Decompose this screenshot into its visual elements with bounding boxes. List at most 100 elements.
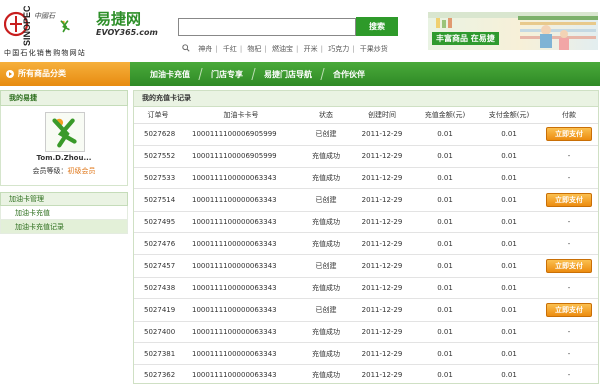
site-domain: EVOY365.com xyxy=(96,28,158,37)
cell-action: - xyxy=(540,145,598,168)
cell-order: 5027362 xyxy=(134,364,182,384)
hot-keyword-link[interactable]: 神舟 xyxy=(198,45,212,53)
cell-card: 1000111100000063343 xyxy=(182,188,300,212)
cell-paid: 0.01 xyxy=(478,277,540,300)
cell-action: - xyxy=(540,321,598,344)
cell-order: 5027514 xyxy=(134,188,182,212)
cell-order: 5027628 xyxy=(134,123,182,147)
cell-status: 充值成功 xyxy=(300,342,352,366)
column-header: 支付金额(元) xyxy=(478,107,540,124)
cell-card: 1000111100000063343 xyxy=(182,277,300,300)
sidebar-item-recharge[interactable]: 加油卡充值 xyxy=(0,206,128,220)
search-input[interactable] xyxy=(178,18,356,36)
cell-recharge: 0.01 xyxy=(412,211,478,234)
hot-keyword-link[interactable]: 开米 xyxy=(304,45,318,53)
hot-keyword-link[interactable]: 干果炒货 xyxy=(360,45,388,53)
hot-keywords: 神舟 | 千红 | 物杞 | 燃油宝 | 开米 | 巧克力 | 干果炒货 xyxy=(182,44,391,54)
cell-time: 2011-12-29 xyxy=(352,211,412,234)
nav-item-store-navigation[interactable]: 易捷门店导航 xyxy=(254,69,322,80)
sinopec-wordmark: SINOPEC xyxy=(22,6,32,46)
cell-status: 充值成功 xyxy=(300,364,352,384)
nav-item-partners[interactable]: 合作伙伴 xyxy=(323,69,375,80)
sidebar-item-recharge-records[interactable]: 加油卡充值记录 xyxy=(0,220,128,234)
cell-paid: 0.01 xyxy=(478,211,540,234)
cell-recharge: 0.01 xyxy=(412,364,478,384)
cell-status: 已创建 xyxy=(300,298,352,322)
cell-card: 1000111100006905999 xyxy=(182,145,300,168)
cell-order: 5027476 xyxy=(134,232,182,256)
avatar[interactable] xyxy=(45,112,85,152)
cell-action: - xyxy=(540,342,598,366)
pay-now-button[interactable]: 立即支付 xyxy=(546,193,592,208)
cell-status: 充值成功 xyxy=(300,321,352,344)
pay-now-button[interactable]: 立即支付 xyxy=(546,258,592,273)
column-header: 付款 xyxy=(540,107,598,124)
cell-time: 2011-12-29 xyxy=(352,321,412,344)
cell-time: 2011-12-29 xyxy=(352,342,412,366)
promo-banner[interactable]: 丰富商品 在易捷 xyxy=(428,12,598,50)
cell-status: 已创建 xyxy=(300,188,352,212)
pay-now-button[interactable]: 立即支付 xyxy=(546,303,592,318)
cell-action: - xyxy=(540,167,598,190)
hot-keyword-link[interactable]: 千红 xyxy=(223,45,237,53)
cell-paid: 0.01 xyxy=(478,298,540,322)
cell-paid: 0.01 xyxy=(478,342,540,366)
cell-card: 1000111100006905999 xyxy=(182,123,300,147)
cell-order: 5027533 xyxy=(134,167,182,190)
cell-order: 5027552 xyxy=(134,145,182,168)
cell-status: 充值成功 xyxy=(300,145,352,168)
cell-recharge: 0.01 xyxy=(412,188,478,212)
table-row: 5027495 1000111100000063343 充值成功 2011-12-29… xyxy=(134,211,598,234)
cell-paid: 0.01 xyxy=(478,254,540,278)
table-row: 5027476 1000111100000063343 充值成功 2011-12-29… xyxy=(134,232,598,256)
table-row: 5027628 1000111100006905999 已创建 2011-12-29 0… xyxy=(134,123,598,147)
cell-card: 1000111100000063343 xyxy=(182,321,300,344)
svg-text:中國石化: 中國石化 xyxy=(34,12,56,20)
table-row: 5027552 1000111100006905999 充值成功 2011-12-29… xyxy=(134,145,598,168)
cell-paid: 0.01 xyxy=(478,123,540,147)
hot-keyword-link[interactable]: 巧克力 xyxy=(328,45,349,53)
banner-slogan: 丰富商品 在易捷 xyxy=(432,32,499,45)
member-level-label: 会员等级： xyxy=(32,167,68,175)
cell-recharge: 0.01 xyxy=(412,321,478,344)
nav-item-store-exclusive[interactable]: 门店专享 xyxy=(201,69,253,80)
cell-order: 5027400 xyxy=(134,321,182,344)
all-categories-button[interactable]: 所有商品分类 xyxy=(0,62,130,86)
cell-recharge: 0.01 xyxy=(412,342,478,366)
hot-keyword-link[interactable]: 燃油宝 xyxy=(272,45,293,53)
table-row: 5027514 1000111100000063343 已创建 2011-12-29 0… xyxy=(134,188,598,212)
hot-keyword-link[interactable]: 物杞 xyxy=(247,45,261,53)
card-management-heading[interactable]: 加油卡管理 xyxy=(0,192,128,206)
sinopec-logo[interactable]: SINOPEC 中國石化 xyxy=(4,6,56,48)
site-header: SINOPEC 中國石化 中国石化销售购物网站 易捷网 EVOY365.com … xyxy=(0,0,600,62)
pay-now-button[interactable]: 立即支付 xyxy=(546,127,592,142)
cell-recharge: 0.01 xyxy=(412,123,478,147)
evoy-logo-icon[interactable] xyxy=(60,6,94,46)
all-categories-label: 所有商品分类 xyxy=(18,69,66,78)
column-header: 状态 xyxy=(300,107,352,124)
cell-time: 2011-12-29 xyxy=(352,123,412,147)
column-header: 创建时间 xyxy=(352,107,412,124)
cell-time: 2011-12-29 xyxy=(352,167,412,190)
cell-status: 充值成功 xyxy=(300,167,352,190)
cell-action: 立即支付 xyxy=(540,298,598,322)
site-name[interactable]: 易捷网 xyxy=(96,8,141,29)
cell-action: 立即支付 xyxy=(540,123,598,147)
panel-title: 我的充值卡记录 xyxy=(134,91,598,107)
column-header: 订单号 xyxy=(134,107,182,124)
table-row: 5027419 1000111100000063343 已创建 2011-12-29 0… xyxy=(134,298,598,322)
table-row: 5027457 1000111100000063343 已创建 2011-12-29 0… xyxy=(134,254,598,278)
table-row: 5027362 1000111100000063343 充值成功 2011-12-29… xyxy=(134,364,598,384)
sidebar-title[interactable]: 我的易捷 xyxy=(0,90,128,106)
arrow-right-icon xyxy=(6,70,14,78)
cell-card: 1000111100000063343 xyxy=(182,342,300,366)
cell-action: - xyxy=(540,232,598,256)
nav-item-recharge[interactable]: 加油卡充值 xyxy=(140,69,200,80)
search-button[interactable]: 搜索 xyxy=(356,17,398,36)
cell-recharge: 0.01 xyxy=(412,277,478,300)
cell-time: 2011-12-29 xyxy=(352,364,412,384)
cell-action: 立即支付 xyxy=(540,188,598,212)
table-row: 5027533 1000111100000063343 充值成功 2011-12-29… xyxy=(134,167,598,190)
cell-paid: 0.01 xyxy=(478,188,540,212)
cell-card: 1000111100000063343 xyxy=(182,211,300,234)
